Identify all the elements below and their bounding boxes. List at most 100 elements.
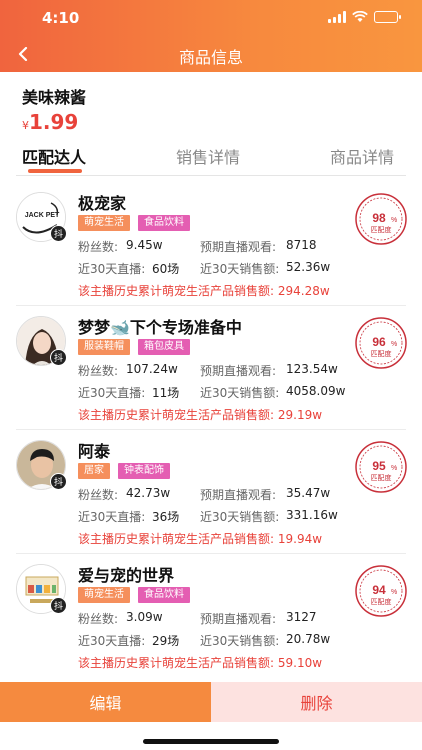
tab-matched-influencers[interactable]: 匹配达人 — [22, 144, 86, 168]
delete-button[interactable]: 删除 — [211, 682, 422, 722]
influencer-name: 梦梦🐋下个专场准备中 — [78, 318, 242, 337]
status-icons — [328, 11, 401, 23]
history-sales: 该主播历史累计萌宠生活产品销售额: 59.10w — [78, 656, 323, 670]
sales30-label: 近30天销售额: — [200, 634, 280, 648]
category-tag: 食品饮料 — [138, 215, 190, 231]
match-label: 匹配度 — [371, 349, 392, 358]
influencer-name: 爱与宠的世界 — [78, 566, 175, 585]
category-tag: 钟表配饰 — [118, 463, 170, 479]
tab-product-details[interactable]: 商品详情 — [330, 144, 394, 168]
live30-label: 近30天直播: — [78, 510, 146, 524]
sales30-value: 4058.09w — [286, 384, 346, 398]
battery-icon — [374, 11, 401, 23]
app-header: 4:10 商品信息 — [0, 0, 422, 72]
match-stamp: 94 % 匹配度 — [355, 565, 407, 617]
category-tag: 萌宠生活 — [78, 215, 130, 231]
category-tags: 萌宠生活 食品饮料 — [78, 587, 190, 603]
tabs-divider — [16, 175, 406, 176]
category-tag: 服装鞋帽 — [78, 339, 130, 355]
sales30-value: 52.36w — [286, 260, 331, 274]
influencer-card[interactable]: 抖 阿泰 居家 钟表配饰 粉丝数: 42.73w 预期直播观看: 35.47w … — [0, 430, 422, 554]
nav-bar: 商品信息 — [0, 36, 422, 72]
expected-views-value: 3127 — [286, 610, 317, 624]
svg-text:%: % — [391, 465, 397, 472]
influencer-card[interactable]: JACK PET 抖 极宠家 萌宠生活 食品饮料 粉丝数: 9.45w 预期直播… — [0, 182, 422, 306]
category-tag: 萌宠生活 — [78, 587, 130, 603]
influencer-name: 阿泰 — [78, 442, 111, 461]
fans-value: 42.73w — [126, 486, 171, 500]
douyin-badge-icon: 抖 — [50, 473, 67, 490]
expected-views-value: 8718 — [286, 238, 317, 252]
history-sales: 该主播历史累计萌宠生活产品销售额: 294.28w — [78, 284, 330, 298]
expected-views-label: 预期直播观看: — [200, 364, 277, 378]
sales30-label: 近30天销售额: — [200, 262, 280, 276]
live30-value: 11场 — [152, 386, 180, 400]
active-tab-indicator — [28, 169, 82, 173]
sales30-value: 20.78w — [286, 632, 331, 646]
home-indicator — [143, 739, 279, 744]
influencer-card[interactable]: 抖 梦梦🐋下个专场准备中 服装鞋帽 箱包皮具 粉丝数: 107.24w 预期直播… — [0, 306, 422, 430]
product-price: ¥1.99 — [22, 110, 78, 134]
match-percent: 96 — [372, 335, 386, 349]
fans-value: 9.45w — [126, 238, 163, 252]
page-title: 商品信息 — [178, 48, 243, 67]
svg-text:%: % — [391, 217, 397, 224]
fans-label: 粉丝数: — [78, 488, 119, 502]
live30-label: 近30天直播: — [78, 386, 146, 400]
influencer-card[interactable]: 抖 爱与宠的世界 萌宠生活 食品饮料 粉丝数: 3.09w 预期直播观看: 31… — [0, 554, 422, 678]
sales30-label: 近30天销售额: — [200, 386, 280, 400]
tab-sales-details[interactable]: 销售详情 — [176, 144, 240, 168]
category-tag: 食品饮料 — [138, 587, 190, 603]
svg-text:%: % — [391, 341, 397, 348]
product-info: 美味辣酱 ¥1.99 — [22, 84, 87, 134]
category-tags: 萌宠生活 食品饮料 — [78, 215, 190, 231]
fans-value: 107.24w — [126, 362, 178, 376]
status-time: 4:10 — [42, 9, 80, 27]
tab-bar: 匹配达人 销售详情 商品详情 — [0, 140, 422, 176]
wifi-icon — [352, 11, 368, 22]
category-tag: 居家 — [78, 463, 110, 479]
history-sales: 该主播历史累计萌宠生活产品销售额: 29.19w — [78, 408, 323, 422]
price-currency: ¥ — [22, 119, 29, 132]
category-tag: 箱包皮具 — [138, 339, 190, 355]
signal-icon — [328, 11, 346, 23]
match-percent: 98 — [372, 211, 386, 225]
sales30-label: 近30天销售额: — [200, 510, 280, 524]
sales30-value: 331.16w — [286, 508, 338, 522]
status-bar: 4:10 — [0, 0, 422, 36]
fans-value: 3.09w — [126, 610, 163, 624]
svg-text:%: % — [391, 589, 397, 596]
expected-views-label: 预期直播观看: — [200, 488, 277, 502]
match-label: 匹配度 — [371, 473, 392, 482]
fans-label: 粉丝数: — [78, 240, 119, 254]
live30-label: 近30天直播: — [78, 634, 146, 648]
match-stamp: 96 % 匹配度 — [355, 317, 407, 369]
expected-views-value: 35.47w — [286, 486, 331, 500]
history-sales: 该主播历史累计萌宠生活产品销售额: 19.94w — [78, 532, 323, 546]
match-percent: 94 — [372, 583, 386, 597]
product-name: 美味辣酱 — [22, 88, 87, 107]
edit-button[interactable]: 编辑 — [0, 682, 211, 722]
live30-value: 36场 — [152, 510, 180, 524]
bottom-action-bar: 编辑 删除 — [0, 682, 422, 722]
expected-views-label: 预期直播观看: — [200, 612, 277, 626]
category-tags: 居家 钟表配饰 — [78, 463, 170, 479]
influencer-name: 极宠家 — [78, 194, 127, 213]
match-label: 匹配度 — [371, 597, 392, 606]
douyin-badge-icon: 抖 — [50, 597, 67, 614]
avatar-logo-text: JACK PET — [25, 212, 60, 219]
expected-views-label: 预期直播观看: — [200, 240, 277, 254]
expected-views-value: 123.54w — [286, 362, 338, 376]
fans-label: 粉丝数: — [78, 364, 119, 378]
match-label: 匹配度 — [371, 225, 392, 234]
match-percent: 95 — [372, 459, 386, 473]
match-stamp: 95 % 匹配度 — [355, 441, 407, 493]
live30-value: 29场 — [152, 634, 180, 648]
price-value: 1.99 — [29, 110, 79, 134]
category-tags: 服装鞋帽 箱包皮具 — [78, 339, 190, 355]
fans-label: 粉丝数: — [78, 612, 119, 626]
douyin-badge-icon: 抖 — [50, 349, 67, 366]
match-stamp: 98 % 匹配度 — [355, 193, 407, 245]
live30-value: 60场 — [152, 262, 180, 276]
douyin-badge-icon: 抖 — [50, 225, 67, 242]
